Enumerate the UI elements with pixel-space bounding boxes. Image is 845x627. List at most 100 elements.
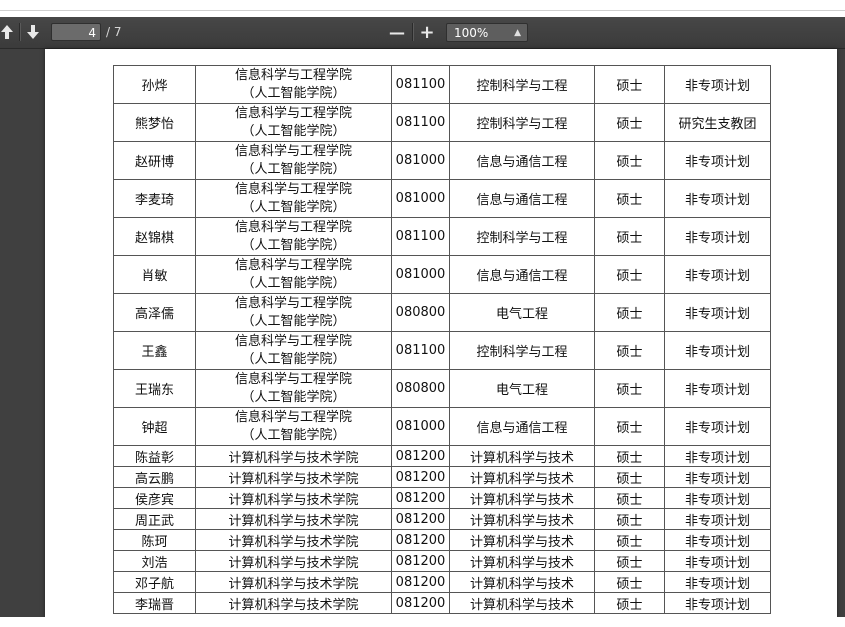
major-name-cell: 控制科学与工程 — [449, 65, 595, 104]
major-code-cell: 081000 — [391, 407, 450, 446]
department-line-1: 信息科学与工程学院 — [234, 143, 352, 159]
plan-cell: 非专项计划 — [664, 179, 771, 218]
major-name-cell: 电气工程 — [449, 293, 595, 332]
department-cell: 信息科学与工程学院 （人工智能学院） — [195, 331, 392, 370]
document-viewer[interactable]: 孙烨 信息科学与工程学院 （人工智能学院） 081100 控制科学与工程 硕士 非专项计划熊… — [0, 49, 845, 627]
department-cell: 计算机科学与技术学院 — [195, 466, 392, 488]
department-cell: 信息科学与工程学院 （人工智能学院） — [195, 407, 392, 446]
name-cell: 肖敏 — [113, 255, 196, 294]
zoom-in-button[interactable]: + — [416, 22, 438, 43]
major-name-cell: 计算机科学与技术 — [449, 445, 595, 467]
table-row: 王瑞东 信息科学与工程学院 （人工智能学院） 080800 电气工程 硕士 非专项计划 — [113, 369, 771, 408]
table-row: 熊梦怡 信息科学与工程学院 （人工智能学院） 081100 控制科学与工程 硕士 研究生支教… — [113, 103, 771, 142]
previous-page-icon[interactable] — [0, 22, 18, 42]
admission-table: 孙烨 信息科学与工程学院 （人工智能学院） 081100 控制科学与工程 硕士 非专项计划熊… — [113, 65, 771, 614]
degree-cell: 硕士 — [594, 65, 665, 104]
table-row: 李麦琦 信息科学与工程学院 （人工智能学院） 081000 信息与通信工程 硕士 非专项计划 — [113, 179, 771, 218]
name-cell: 王鑫 — [113, 331, 196, 370]
department-line-1: 信息科学与工程学院 — [234, 371, 352, 387]
department-line-1: 信息科学与工程学院 — [234, 181, 352, 197]
window-bottom-strip — [0, 617, 845, 627]
window-divider — [0, 10, 845, 11]
department-line-2: （人工智能学院） — [241, 427, 346, 443]
major-code-cell: 080800 — [391, 369, 450, 408]
degree-cell: 硕士 — [594, 550, 665, 572]
table-row: 周正武 计算机科学与技术学院 081200 计算机科学与技术 硕士 非专项计划 — [113, 508, 771, 530]
toolbar-separator — [19, 23, 20, 41]
major-code-cell: 081200 — [391, 592, 450, 614]
major-name-cell: 计算机科学与技术 — [449, 550, 595, 572]
plan-cell: 非专项计划 — [664, 255, 771, 294]
degree-cell: 硕士 — [594, 331, 665, 370]
plan-cell: 研究生支教团 — [664, 103, 771, 142]
table-row: 肖敏 信息科学与工程学院 （人工智能学院） 081000 信息与通信工程 硕士 非专项计划 — [113, 255, 771, 294]
degree-cell: 硕士 — [594, 217, 665, 256]
table-row: 钟超 信息科学与工程学院 （人工智能学院） 081000 信息与通信工程 硕士 非专项计划 — [113, 407, 771, 446]
department-line-2: （人工智能学院） — [241, 237, 346, 253]
table-row: 高云鹏 计算机科学与技术学院 081200 计算机科学与技术 硕士 非专项计划 — [113, 466, 771, 488]
major-name-cell: 计算机科学与技术 — [449, 487, 595, 509]
table-row: 赵锦棋 信息科学与工程学院 （人工智能学院） 081100 控制科学与工程 硕士 非专项计划 — [113, 217, 771, 256]
zoom-select[interactable]: 100% ▲ — [446, 23, 528, 42]
major-code-cell: 081100 — [391, 331, 450, 370]
department-cell: 信息科学与工程学院 （人工智能学院） — [195, 141, 392, 180]
plan-cell: 非专项计划 — [664, 550, 771, 572]
major-name-cell: 计算机科学与技术 — [449, 508, 595, 530]
major-code-cell: 081200 — [391, 445, 450, 467]
name-cell: 高泽儒 — [113, 293, 196, 332]
major-name-cell: 控制科学与工程 — [449, 217, 595, 256]
major-name-cell: 信息与通信工程 — [449, 141, 595, 180]
plan-cell: 非专项计划 — [664, 487, 771, 509]
department-cell: 计算机科学与技术学院 — [195, 445, 392, 467]
page-number-input[interactable]: 4 — [51, 23, 101, 41]
name-cell: 刘浩 — [113, 550, 196, 572]
degree-cell: 硕士 — [594, 445, 665, 467]
table-row: 高泽儒 信息科学与工程学院 （人工智能学院） 080800 电气工程 硕士 非专项计划 — [113, 293, 771, 332]
name-cell: 赵研博 — [113, 141, 196, 180]
major-name-cell: 计算机科学与技术 — [449, 571, 595, 593]
degree-cell: 硕士 — [594, 407, 665, 446]
plan-cell: 非专项计划 — [664, 592, 771, 614]
name-cell: 陈珂 — [113, 529, 196, 551]
department-cell: 信息科学与工程学院 （人工智能学院） — [195, 179, 392, 218]
name-cell: 李麦琦 — [113, 179, 196, 218]
plan-cell: 非专项计划 — [664, 407, 771, 446]
major-name-cell: 控制科学与工程 — [449, 331, 595, 370]
degree-cell: 硕士 — [594, 255, 665, 294]
zoom-out-button[interactable]: — — [386, 22, 408, 42]
department-line-1: 信息科学与工程学院 — [234, 67, 352, 83]
select-arrows-icon: ▲ — [514, 28, 521, 38]
department-cell: 计算机科学与技术学院 — [195, 592, 392, 614]
major-code-cell: 081200 — [391, 529, 450, 551]
degree-cell: 硕士 — [594, 179, 665, 218]
major-name-cell: 信息与通信工程 — [449, 255, 595, 294]
department-cell: 计算机科学与技术学院 — [195, 571, 392, 593]
department-cell: 计算机科学与技术学院 — [195, 487, 392, 509]
pdf-toolbar: 4 / 7 — + 100% ▲ — [0, 17, 845, 49]
name-cell: 李瑞晋 — [113, 592, 196, 614]
table-row: 王鑫 信息科学与工程学院 （人工智能学院） 081100 控制科学与工程 硕士 非专项计划 — [113, 331, 771, 370]
table-row: 陈益彰 计算机科学与技术学院 081200 计算机科学与技术 硕士 非专项计划 — [113, 445, 771, 467]
department-line-1: 信息科学与工程学院 — [234, 257, 352, 273]
table-row: 刘浩 计算机科学与技术学院 081200 计算机科学与技术 硕士 非专项计划 — [113, 550, 771, 572]
name-cell: 周正武 — [113, 508, 196, 530]
degree-cell: 硕士 — [594, 141, 665, 180]
table-row: 赵研博 信息科学与工程学院 （人工智能学院） 081000 信息与通信工程 硕士 非专项计划 — [113, 141, 771, 180]
department-line-2: （人工智能学院） — [241, 123, 346, 139]
major-code-cell: 081200 — [391, 487, 450, 509]
department-cell: 信息科学与工程学院 （人工智能学院） — [195, 293, 392, 332]
window-top-strip — [0, 0, 845, 10]
plan-cell: 非专项计划 — [664, 508, 771, 530]
plan-cell: 非专项计划 — [664, 293, 771, 332]
zoom-level-value: 100% — [454, 26, 489, 40]
next-page-icon[interactable] — [22, 22, 44, 42]
department-line-2: （人工智能学院） — [241, 161, 346, 177]
department-line-2: （人工智能学院） — [241, 389, 346, 405]
name-cell: 侯彦宾 — [113, 487, 196, 509]
major-code-cell: 081000 — [391, 179, 450, 218]
plan-cell: 非专项计划 — [664, 466, 771, 488]
department-cell: 信息科学与工程学院 （人工智能学院） — [195, 103, 392, 142]
major-code-cell: 081200 — [391, 571, 450, 593]
name-cell: 高云鹏 — [113, 466, 196, 488]
department-line-1: 信息科学与工程学院 — [234, 105, 352, 121]
